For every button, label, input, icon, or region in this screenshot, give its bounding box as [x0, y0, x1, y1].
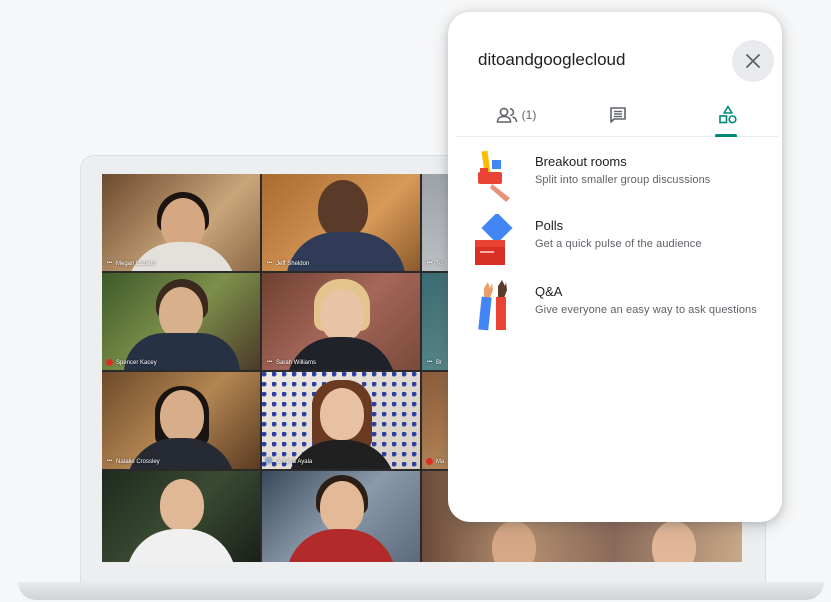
close-button[interactable]	[732, 40, 774, 82]
more-icon: •••	[426, 260, 433, 266]
participant-name: ••• To	[426, 260, 443, 267]
panel-tabs: (1)	[456, 94, 778, 137]
participant-name: Spencer Kacey	[106, 359, 157, 366]
activities-panel: ditoandgooglecloud (1) Breakout rooms Sp…	[448, 12, 782, 522]
speaking-icon: ▌▌	[266, 458, 274, 464]
video-tile: ••• Sarah Williams	[262, 273, 420, 370]
participant-name: ••• Sarah Williams	[266, 359, 317, 366]
video-tile	[102, 471, 260, 562]
participant-name: ••• Br	[426, 359, 442, 366]
participant-name: ▌▌ Jessica Ayala	[266, 458, 313, 465]
more-icon: •••	[106, 458, 113, 464]
video-tile: ••• Jeff Sheldon	[262, 174, 420, 271]
close-icon	[746, 54, 760, 68]
activity-title: Q&A	[535, 284, 563, 299]
breakout-rooms-illustration	[478, 150, 510, 202]
qa-illustration	[478, 280, 507, 331]
activity-polls[interactable]: Polls Get a quick pulse of the audience	[472, 214, 772, 270]
tab-people[interactable]: (1)	[486, 94, 546, 136]
active-tab-indicator	[715, 134, 737, 137]
more-icon: •••	[266, 359, 273, 365]
participant-name: ••• Megan Lozano	[106, 260, 156, 267]
participant-name: Ma	[426, 458, 444, 465]
activity-title: Breakout rooms	[535, 154, 627, 169]
tab-activities[interactable]	[708, 94, 748, 137]
video-tile: Spencer Kacey	[102, 273, 260, 370]
chat-icon	[610, 107, 626, 123]
participant-name: ••• Jeff Sheldon	[266, 260, 310, 267]
activity-description: Give everyone an easy way to ask questio…	[535, 304, 757, 316]
tab-chat[interactable]	[598, 94, 638, 136]
activity-description: Get a quick pulse of the audience	[535, 238, 702, 250]
video-tile: ••• Megan Lozano	[102, 174, 260, 271]
polls-illustration	[475, 214, 513, 265]
activity-breakout-rooms[interactable]: Breakout rooms Split into smaller group …	[472, 150, 772, 206]
activity-description: Split into smaller group discussions	[535, 174, 711, 186]
video-tile	[262, 471, 420, 562]
more-icon: •••	[266, 260, 273, 266]
participant-name: ••• Natalie Crossley	[106, 458, 160, 465]
activities-icon	[719, 105, 737, 124]
activity-title: Polls	[535, 218, 564, 233]
more-icon: •••	[106, 260, 113, 266]
people-icon	[496, 107, 517, 123]
laptop-base	[18, 582, 824, 600]
activity-qa[interactable]: Q&A Give everyone an easy way to ask que…	[472, 280, 772, 336]
mic-off-icon	[426, 458, 433, 465]
meeting-title: ditoandgooglecloud	[478, 50, 626, 69]
video-tile: ▌▌ Jessica Ayala	[262, 372, 420, 469]
mic-off-icon	[106, 359, 113, 366]
more-icon: •••	[426, 359, 433, 365]
people-count: (1)	[521, 108, 537, 122]
video-tile: ••• Natalie Crossley	[102, 372, 260, 469]
